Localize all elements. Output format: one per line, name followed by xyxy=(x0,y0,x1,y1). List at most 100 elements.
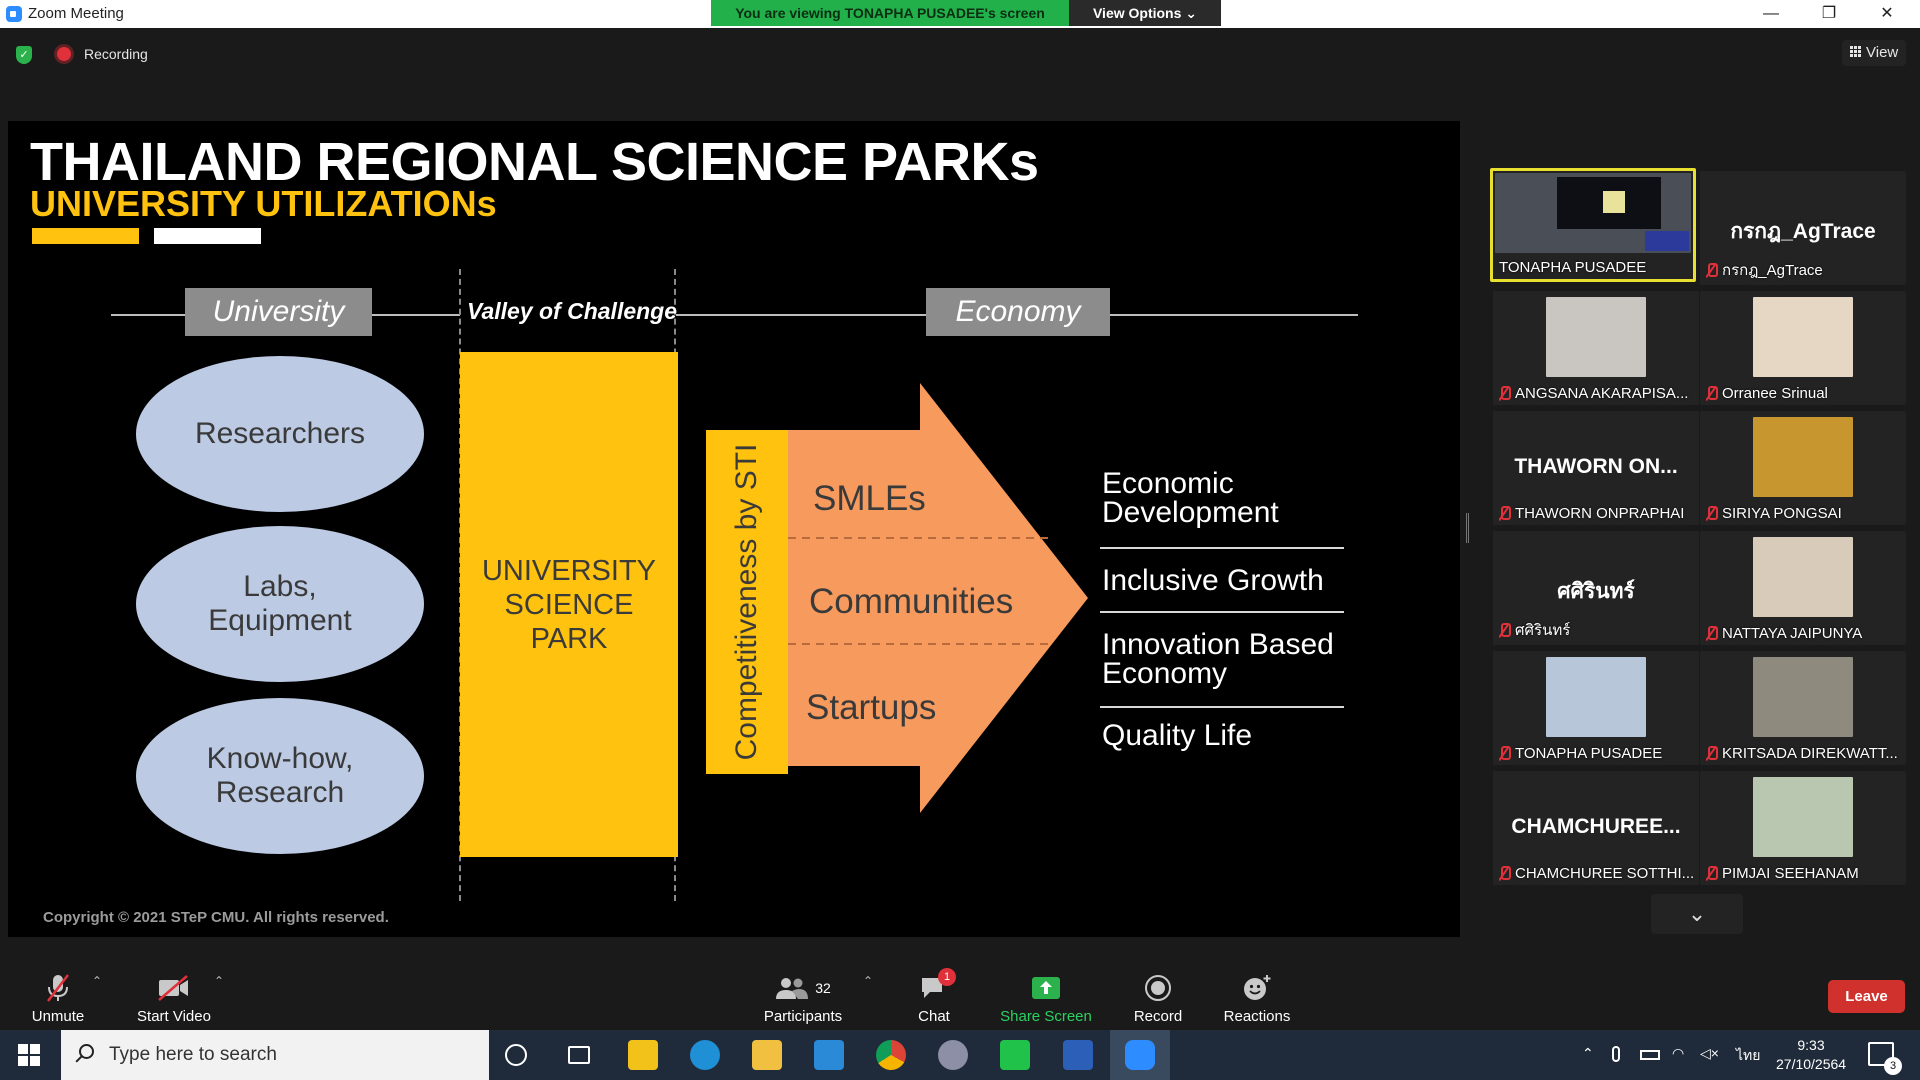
participant-tile[interactable]: Orranee Srinual xyxy=(1700,291,1906,405)
taskbar-search-box[interactable]: Type here to search xyxy=(61,1030,489,1080)
share-screen-button[interactable]: Share Screen xyxy=(1000,972,1092,1025)
mic-muted-icon xyxy=(1499,866,1511,880)
participant-video xyxy=(1753,777,1853,857)
wifi-icon[interactable]: ◠ xyxy=(1672,1045,1684,1062)
participant-name: CHAMCHUREE SOTTHI... xyxy=(1515,865,1695,882)
microsoft-store-icon[interactable] xyxy=(628,1040,658,1070)
search-icon xyxy=(79,1044,94,1059)
projected-slide xyxy=(1603,191,1625,213)
participant-label: SIRIYA PONGSAI xyxy=(1706,505,1902,522)
encryption-shield-icon[interactable]: ✓ xyxy=(16,46,32,64)
mic-muted-icon xyxy=(1706,386,1718,400)
participant-tile[interactable]: ANGSANA AKARAPISA... xyxy=(1493,291,1699,405)
restore-button[interactable]: ❐ xyxy=(1800,0,1858,28)
minimize-button[interactable]: — xyxy=(1742,0,1800,28)
mic-muted-icon xyxy=(1706,263,1718,277)
recording-icon xyxy=(57,47,71,61)
participant-tile[interactable]: KRITSADA DIREKWATT... xyxy=(1700,651,1906,765)
mic-muted-icon xyxy=(1499,623,1511,637)
participant-big-name: ศศิรินทร์ xyxy=(1557,580,1635,603)
participant-tile[interactable]: กรกฎ_AgTrace กรกฎ_AgTrace xyxy=(1700,171,1906,285)
outcome-quality-life: Quality Life xyxy=(1102,719,1253,752)
participant-label: TONAPHA PUSADEE xyxy=(1499,745,1695,762)
grid-view-icon xyxy=(1850,46,1862,58)
windows-start-icon[interactable] xyxy=(18,1044,40,1066)
cortana-icon[interactable] xyxy=(505,1044,527,1066)
outcome-economic-development: Economic Development xyxy=(1102,467,1279,529)
share-screen-icon xyxy=(1000,972,1092,1004)
participant-tile[interactable]: PIMJAI SEEHANAM xyxy=(1700,771,1906,885)
word-icon[interactable] xyxy=(1063,1040,1093,1070)
audio-options-caret-up-icon[interactable]: ⌃ xyxy=(92,974,102,988)
taskbar-clock[interactable]: 9:33 27/10/2564 xyxy=(1776,1036,1846,1074)
microphone-icon[interactable] xyxy=(1612,1046,1620,1062)
input-labs-equipment: Labs, Equipment xyxy=(136,526,424,682)
start-video-label: Start Video xyxy=(137,1008,211,1025)
chat-icon: 1 xyxy=(904,968,964,1004)
axis-line-mid-left xyxy=(372,314,460,316)
participants-label: Participants xyxy=(763,1008,843,1025)
participant-name: Orranee Srinual xyxy=(1722,385,1828,402)
close-button[interactable]: ✕ xyxy=(1858,0,1916,28)
chat-button[interactable]: 1 Chat xyxy=(904,968,964,1025)
window-title: Zoom Meeting xyxy=(28,5,124,22)
participant-tile[interactable]: TONAPHA PUSADEE xyxy=(1493,651,1699,765)
record-icon xyxy=(1126,972,1190,1004)
record-button[interactable]: Record xyxy=(1126,972,1190,1025)
participant-video xyxy=(1753,657,1853,737)
participant-tile[interactable]: SIRIYA PONGSAI xyxy=(1700,411,1906,525)
file-explorer-icon[interactable] xyxy=(752,1040,782,1070)
participant-name: KRITSADA DIREKWATT... xyxy=(1722,745,1898,762)
chat-label: Chat xyxy=(918,1008,950,1025)
clock-date: 27/10/2564 xyxy=(1776,1056,1847,1072)
input-language-indicator[interactable]: ไทย xyxy=(1736,1045,1760,1067)
unmute-button[interactable]: Unmute xyxy=(22,972,94,1025)
viewing-screen-banner: You are viewing TONAPHA PUSADEE's screen xyxy=(711,0,1069,26)
participant-tile[interactable]: CHAMCHUREE... CHAMCHUREE SOTTHI... xyxy=(1493,771,1699,885)
battery-icon[interactable] xyxy=(1640,1050,1660,1060)
mail-icon[interactable] xyxy=(814,1040,844,1070)
outcome-inclusive-growth: Inclusive Growth xyxy=(1102,564,1324,597)
participants-button[interactable]: 32 Participants xyxy=(758,972,848,1025)
video-options-caret-up-icon[interactable]: ⌃ xyxy=(214,974,224,988)
participant-label: CHAMCHUREE SOTTHI... xyxy=(1499,865,1695,882)
paint-icon[interactable] xyxy=(938,1040,968,1070)
participants-options-caret-up-icon[interactable]: ⌃ xyxy=(863,974,873,988)
start-video-button[interactable]: Start Video xyxy=(134,972,214,1025)
volume-muted-icon[interactable]: ◁× xyxy=(1700,1045,1719,1062)
mic-muted-icon xyxy=(1706,866,1718,880)
participant-tile[interactable]: ศศิรินทร์ ศศิรินทร์ xyxy=(1493,531,1699,645)
gallery-next-page-chevron-down-icon[interactable]: ⌄ xyxy=(1651,894,1743,934)
participant-label: ศศิรินทร์ xyxy=(1499,618,1695,642)
line-app-icon[interactable] xyxy=(1000,1040,1030,1070)
panel-resize-handle[interactable] xyxy=(1466,513,1469,543)
mic-muted-icon xyxy=(1499,386,1511,400)
zoom-window: Zoom Meeting You are viewing TONAPHA PUS… xyxy=(0,0,1920,1080)
participant-tile[interactable]: THAWORN ON... THAWORN ONPRAPHAI xyxy=(1493,411,1699,525)
input-researchers: Researchers xyxy=(136,356,424,512)
task-view-icon[interactable] xyxy=(568,1046,590,1064)
reactions-smiley-icon xyxy=(1218,972,1296,1004)
view-options-button[interactable]: View Options ⌄ xyxy=(1069,0,1221,26)
slide-copyright: Copyright © 2021 STeP CMU. All rights re… xyxy=(43,909,389,926)
participant-video xyxy=(1546,657,1646,737)
participant-name: TONAPHA PUSADEE xyxy=(1499,259,1647,276)
participant-label: PIMJAI SEEHANAM xyxy=(1706,865,1902,882)
edge-browser-icon[interactable] xyxy=(690,1040,720,1070)
arrow-item-startups: Startups xyxy=(806,688,937,727)
arrow-item-smles: SMLEs xyxy=(813,479,926,518)
university-science-park-box: UNIVERSITY SCIENCE PARK xyxy=(460,352,678,857)
chrome-icon[interactable] xyxy=(876,1040,906,1070)
view-layout-button[interactable]: View xyxy=(1842,40,1906,66)
participant-tile[interactable]: NATTAYA JAIPUNYA xyxy=(1700,531,1906,645)
leave-button[interactable]: Leave xyxy=(1828,980,1905,1013)
participant-tile[interactable]: TONAPHA PUSADEE xyxy=(1490,168,1696,282)
recording-label: Recording xyxy=(84,46,148,62)
show-hidden-icons-chevron-up-icon[interactable]: ⌃ xyxy=(1582,1045,1594,1062)
clock-time: 9:33 xyxy=(1797,1037,1825,1053)
reactions-button[interactable]: Reactions xyxy=(1218,972,1296,1025)
zoom-taskbar-active[interactable] xyxy=(1110,1030,1170,1080)
participant-video xyxy=(1753,417,1853,497)
view-label: View xyxy=(1866,44,1899,61)
title-bar: Zoom Meeting You are viewing TONAPHA PUS… xyxy=(0,0,1920,28)
